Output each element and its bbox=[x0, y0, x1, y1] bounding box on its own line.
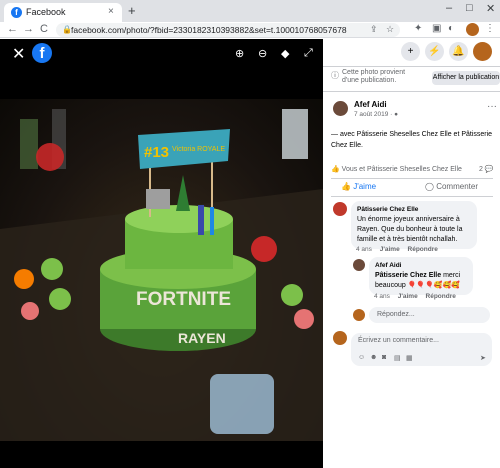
profile-menu-icon[interactable]: ◐ bbox=[448, 23, 454, 34]
comment-bubble-icon: 💬 bbox=[484, 166, 494, 173]
emoji-icon[interactable]: ☻ bbox=[370, 354, 377, 361]
comment-label: Commenter bbox=[436, 182, 478, 191]
show-publication-button[interactable]: Afficher la publication bbox=[432, 71, 500, 85]
tab-facebook[interactable]: f Facebook × bbox=[4, 3, 122, 22]
reply-avatar[interactable] bbox=[353, 259, 365, 271]
reply-time[interactable]: 4 ans bbox=[374, 293, 390, 300]
post-more-button[interactable]: ··· bbox=[487, 101, 497, 112]
tab-close-icon[interactable]: × bbox=[108, 6, 114, 17]
post-date-text: 7 août 2019 · bbox=[354, 111, 395, 118]
side-panel-icon[interactable]: ▣ bbox=[432, 23, 441, 34]
post-author[interactable]: Afef Aidi bbox=[354, 100, 387, 109]
minimize-button[interactable]: – bbox=[446, 2, 452, 14]
comment-input-avatar bbox=[333, 331, 347, 345]
bookmark-star-icon[interactable]: ☆ bbox=[386, 24, 394, 35]
reply-bubble: Afef Aidi Pâtisserie Chez Elle merci bea… bbox=[369, 257, 473, 295]
topper-number: #13 bbox=[144, 144, 169, 161]
send-icon[interactable]: ➤ bbox=[480, 354, 486, 362]
reply-input[interactable]: Répondez... bbox=[369, 307, 490, 323]
panel-header: + ⚡ 🔔 bbox=[323, 39, 500, 65]
zoom-in-icon[interactable]: ⊕ bbox=[235, 47, 244, 60]
actions-divider-bottom bbox=[331, 196, 493, 197]
facebook-logo-icon[interactable]: f bbox=[32, 43, 52, 63]
comment-reply-button[interactable]: Répondre bbox=[408, 246, 438, 253]
post-text: — avec Pâtisserie Sheselles Chez Elle et… bbox=[331, 131, 493, 149]
comment-author[interactable]: Pâtisserie Chez Elle bbox=[357, 205, 471, 215]
reply-mention[interactable]: Pâtisserie Chez Elle bbox=[375, 272, 441, 279]
cake-photo: #13 Victoria ROYALE FORTNITE RAYEN bbox=[0, 99, 323, 441]
close-window-button[interactable]: ✕ bbox=[486, 2, 495, 15]
reply-reply-button[interactable]: Répondre bbox=[426, 293, 456, 300]
audience-icon: ● bbox=[394, 111, 399, 118]
notifications-icon[interactable]: 🔔 bbox=[449, 42, 468, 61]
account-avatar[interactable] bbox=[473, 42, 492, 61]
note-divider bbox=[323, 91, 500, 92]
like-label: J'aime bbox=[353, 182, 377, 191]
reply-author[interactable]: Afef Aidi bbox=[375, 261, 467, 271]
fullscreen-icon[interactable]: ⤢ bbox=[304, 47, 313, 60]
sticker-icon[interactable]: ▦ bbox=[406, 354, 413, 362]
post-panel: + ⚡ 🔔 ⓘ Cette photo provient d'une publi… bbox=[323, 39, 500, 468]
cake-name: RAYEN bbox=[178, 330, 226, 346]
publication-note-text: Cette photo provient d'une publication. bbox=[342, 69, 406, 84]
post-date[interactable]: 7 août 2019 · ● bbox=[354, 111, 398, 118]
address-bar[interactable]: 🔒 facebook.com/photo/?fbid=2330182310393… bbox=[56, 23, 400, 37]
reply-meta: 4 ans J'aime Répondre bbox=[374, 293, 456, 300]
cake-illustration: #13 Victoria ROYALE FORTNITE RAYEN bbox=[0, 109, 323, 441]
photo-viewer: ✕ f ⊕ ⊖ ◆ ⤢ #13 Victoria ROYALE FORTNITE… bbox=[0, 39, 323, 468]
topper-name: Victoria ROYALE bbox=[172, 146, 225, 153]
browser-toolbar: ← → C 🔒 facebook.com/photo/?fbid=2330182… bbox=[0, 22, 500, 38]
comment-text: Un énorme joyeux anniversaire à Rayen. Q… bbox=[357, 216, 463, 243]
comment-bubble: Pâtisserie Chez Elle Un énorme joyeux an… bbox=[351, 201, 477, 249]
like-button[interactable]: 👍 J'aime bbox=[341, 182, 376, 191]
comment-like-button[interactable]: J'aime bbox=[380, 246, 400, 253]
back-button[interactable]: ← bbox=[7, 23, 18, 35]
gif-icon[interactable]: ▤ bbox=[394, 354, 401, 362]
tag-icon[interactable]: ◆ bbox=[281, 47, 289, 60]
reply-input-avatar bbox=[353, 309, 365, 321]
info-icon: ⓘ bbox=[331, 71, 339, 80]
forward-button[interactable]: → bbox=[23, 23, 34, 35]
reactions-label: Vous et Pâtisserie Sheselles Chez Elle bbox=[341, 166, 462, 173]
thumbs-up-icon: 👍 bbox=[341, 182, 351, 191]
url-text: facebook.com/photo/?fbid=233018231039388… bbox=[71, 25, 347, 35]
post-actions: 👍 J'aime ◯ Commenter bbox=[331, 179, 496, 195]
comment-avatar[interactable] bbox=[333, 202, 347, 216]
extensions-icon[interactable]: ✦ bbox=[414, 23, 422, 34]
reload-button[interactable]: C bbox=[40, 23, 48, 35]
avatar-sticker-icon[interactable]: ☺ bbox=[358, 354, 365, 361]
comment-button[interactable]: ◯ Commenter bbox=[425, 182, 478, 191]
browser-menu-icon[interactable]: ⋮ bbox=[485, 23, 495, 34]
header-divider bbox=[323, 66, 500, 67]
browser-profile-avatar[interactable] bbox=[466, 23, 479, 36]
comment-icon: ◯ bbox=[425, 182, 434, 191]
reactions-row: 👍 Vous et Pâtisserie Sheselles Chez Elle… bbox=[331, 163, 496, 177]
comment-count-text: 2 bbox=[479, 166, 483, 173]
comment-time[interactable]: 4 ans bbox=[356, 246, 372, 253]
create-button[interactable]: + bbox=[401, 42, 420, 61]
close-viewer-icon[interactable]: ✕ bbox=[12, 44, 25, 64]
tab-strip: f Facebook × + – □ ✕ bbox=[0, 0, 500, 22]
new-tab-button[interactable]: + bbox=[128, 3, 136, 18]
share-icon[interactable]: ⇪ bbox=[370, 24, 378, 35]
camera-icon[interactable]: ◙ bbox=[382, 354, 386, 361]
facebook-favicon-icon: f bbox=[11, 7, 22, 18]
zoom-out-icon[interactable]: ⊖ bbox=[258, 47, 267, 60]
comment-meta: 4 ans J'aime Répondre bbox=[356, 246, 438, 253]
comment-input[interactable]: Écrivez un commentaire... ☺ ☻ ◙ ▤ ▦ ➤ bbox=[351, 333, 492, 366]
like-reaction-icon: 👍 bbox=[331, 166, 340, 173]
cake-banner: FORTNITE bbox=[136, 289, 231, 310]
maximize-button[interactable]: □ bbox=[466, 2, 473, 14]
tab-title: Facebook bbox=[26, 7, 66, 17]
reactions-summary[interactable]: 👍 Vous et Pâtisserie Sheselles Chez Elle bbox=[331, 165, 462, 173]
messenger-icon[interactable]: ⚡ bbox=[425, 42, 444, 61]
comment-input-placeholder: Écrivez un commentaire... bbox=[358, 337, 439, 344]
author-avatar[interactable] bbox=[333, 101, 348, 116]
browser-window: f Facebook × + – □ ✕ ← → C 🔒 facebook.co… bbox=[0, 0, 500, 468]
reply-like-button[interactable]: J'aime bbox=[398, 293, 418, 300]
comment-count[interactable]: 2 💬 bbox=[479, 165, 494, 173]
